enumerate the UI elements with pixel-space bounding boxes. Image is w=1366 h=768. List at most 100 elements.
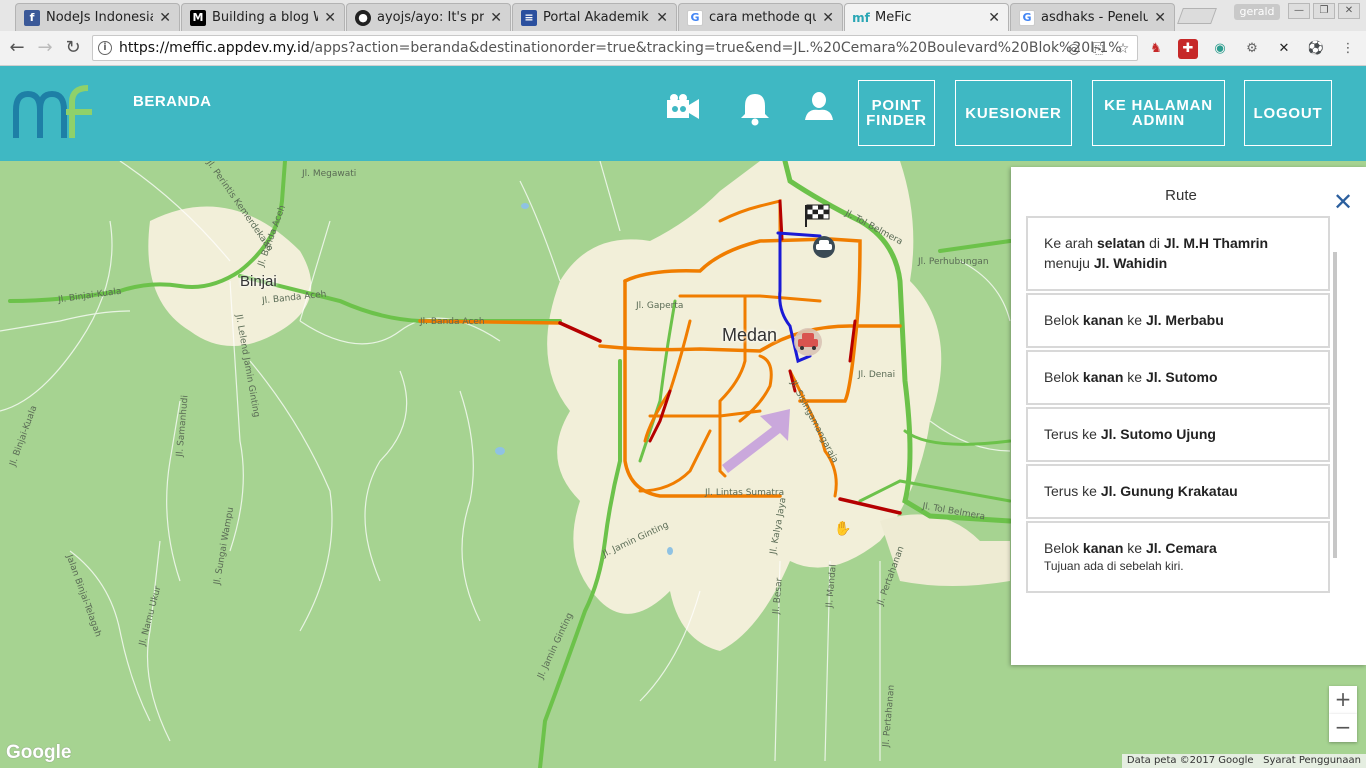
forward-icon[interactable]: → [34, 37, 56, 59]
browser-toolbar: ← → ↻ https://meffic.appdev.my.id/apps?a… [0, 31, 1366, 66]
browser-tab[interactable]: G cara methode quer ✕ [678, 3, 843, 31]
route-panel-scrollbar[interactable] [1333, 252, 1337, 558]
site-info-icon[interactable]: i [98, 41, 112, 55]
close-icon[interactable]: ✕ [159, 10, 171, 26]
street-label: Jl. Perhubungan [918, 257, 989, 267]
hand-cursor-icon: ✋ [834, 520, 851, 537]
step-note: Tujuan ada di sebelah kiri. [1044, 559, 1184, 573]
route-step[interactable]: Belok kanan ke Jl. Cemara Tujuan ada di … [1026, 521, 1330, 593]
translate-icon[interactable]: ⎘ [1089, 40, 1107, 58]
reload-icon[interactable]: ↻ [62, 37, 84, 59]
map-data-credit: Data peta ©2017 Google [1126, 755, 1254, 766]
zoom-in-button[interactable]: + [1329, 686, 1357, 714]
street-label: Jl. Gaperta [636, 301, 684, 311]
url-bar[interactable]: https://meffic.appdev.my.id/apps?action=… [92, 35, 1138, 61]
maximize-button[interactable]: ❐ [1313, 3, 1335, 19]
step-text: ke [1123, 312, 1146, 328]
extension-icon[interactable]: ✚ [1178, 39, 1198, 59]
profile-chip[interactable]: gerald [1234, 4, 1280, 20]
step-street: Jl. Sutomo Ujung [1100, 426, 1216, 442]
step-text: menuju [1044, 255, 1094, 271]
user-icon[interactable] [801, 88, 837, 128]
facebook-icon: f [24, 9, 40, 26]
video-camera-icon[interactable] [665, 88, 701, 128]
new-tab-button[interactable] [1177, 8, 1217, 24]
browser-tab-active[interactable]: mf MeFic ✕ [844, 3, 1009, 31]
city-label-binjai: Binjai [240, 273, 277, 290]
extension-icon[interactable]: ◉ [1210, 39, 1230, 59]
step-direction: kanan [1082, 540, 1124, 556]
route-panel-title: Rute [1165, 187, 1197, 204]
step-street: Jl. Wahidin [1093, 255, 1168, 271]
step-text: di [1145, 235, 1164, 251]
step-street: Jl. Gunung Krakatau [1100, 483, 1238, 499]
bell-icon[interactable] [737, 88, 773, 128]
extension-icon[interactable]: ✕ [1274, 39, 1294, 59]
medium-icon: M [190, 9, 206, 26]
url-host: https://meffic.appdev.my.id [119, 40, 310, 56]
menu-icon[interactable]: ⋮ [1338, 39, 1358, 59]
zoom-out-button[interactable]: − [1329, 714, 1357, 742]
close-icon[interactable]: ✕ [656, 10, 668, 26]
logout-button[interactable]: LOGOUT [1244, 80, 1332, 146]
close-icon[interactable]: ✕ [988, 10, 1000, 26]
tab-title: NodeJs Indonesia [46, 10, 154, 25]
tab-title: Portal Akademik M [543, 10, 650, 25]
route-step[interactable]: Belok kanan ke Jl. Sutomo [1026, 350, 1330, 405]
back-icon[interactable]: ← [6, 37, 28, 59]
step-text: ke [1123, 369, 1146, 385]
close-icon[interactable]: ✕ [490, 10, 502, 26]
close-icon[interactable]: ✕ [324, 10, 336, 26]
tab-title: asdhaks - Penelust [1041, 10, 1148, 25]
browser-tab[interactable]: ● ayojs/ayo: It's prom ✕ [346, 3, 511, 31]
extension-icon[interactable]: ⚙ [1242, 39, 1262, 59]
route-step[interactable]: Terus ke Jl. Gunung Krakatau [1026, 464, 1330, 519]
street-label: Jl. Denai [858, 370, 896, 380]
url-path: /apps?action=beranda&destinationorder=tr… [309, 40, 1122, 56]
step-street: Jl. Sutomo [1145, 369, 1218, 385]
nav-beranda[interactable]: BERANDA [133, 93, 212, 110]
route-panel: Rute ✕ Ke arah selatan di Jl. M.H Thamri… [1011, 167, 1366, 665]
extension-icon[interactable]: ⚽ [1306, 39, 1326, 59]
vehicle-marker-icon[interactable] [813, 236, 835, 258]
step-direction: kanan [1082, 312, 1124, 328]
portal-icon: ≡ [521, 9, 537, 26]
close-icon[interactable]: ✕ [822, 10, 834, 26]
close-icon[interactable]: ✕ [1154, 10, 1166, 26]
route-steps-list: Ke arah selatan di Jl. M.H Thamrin menuj… [1026, 216, 1333, 595]
minimize-button[interactable]: — [1288, 3, 1310, 19]
close-icon[interactable]: ✕ [1333, 190, 1353, 214]
step-street: Jl. Cemara [1145, 540, 1217, 556]
route-step[interactable]: Terus ke Jl. Sutomo Ujung [1026, 407, 1330, 462]
step-text: Belok [1044, 369, 1083, 385]
step-direction: kanan [1082, 369, 1124, 385]
step-direction: selatan [1096, 235, 1146, 251]
browser-tab[interactable]: f NodeJs Indonesia ✕ [15, 3, 180, 31]
current-location-car-icon[interactable] [794, 328, 822, 356]
map-attribution: Data peta ©2017 Google Syarat Penggunaan [1121, 754, 1366, 768]
bookmark-star-icon[interactable]: ☆ [1114, 40, 1132, 58]
mefic-logo[interactable] [12, 80, 96, 144]
google-logo[interactable]: Google [6, 742, 71, 764]
tab-title: ayojs/ayo: It's prom [377, 10, 485, 25]
admin-page-button[interactable]: KE HALAMAN ADMIN [1092, 80, 1225, 146]
kuesioner-button[interactable]: KUESIONER [955, 80, 1072, 146]
browser-tab[interactable]: M Building a blog With ✕ [181, 3, 345, 31]
browser-tab[interactable]: ≡ Portal Akademik M ✕ [512, 3, 677, 31]
terms-link[interactable]: Syarat Penggunaan [1263, 755, 1361, 766]
street-label: Jl. Lintas Sumatra [705, 488, 785, 498]
step-text: ke [1123, 540, 1146, 556]
browser-tab[interactable]: G asdhaks - Penelust ✕ [1010, 3, 1175, 31]
route-step[interactable]: Belok kanan ke Jl. Merbabu [1026, 293, 1330, 348]
window-close-button[interactable]: ✕ [1338, 3, 1360, 19]
route-step[interactable]: Ke arah selatan di Jl. M.H Thamrin menuj… [1026, 216, 1330, 291]
extension-icon[interactable]: ♞ [1146, 39, 1166, 59]
street-label: Jl. Banda Aceh [420, 317, 485, 327]
location-icon[interactable]: ◎ [1065, 40, 1083, 58]
tab-title: Building a blog With [212, 10, 318, 25]
city-label-medan: Medan [722, 325, 778, 345]
step-text: Terus ke [1044, 426, 1101, 442]
point-finder-button[interactable]: POINT FINDER [858, 80, 935, 146]
tab-title: MeFic [875, 10, 912, 25]
step-text: Belok [1044, 540, 1083, 556]
